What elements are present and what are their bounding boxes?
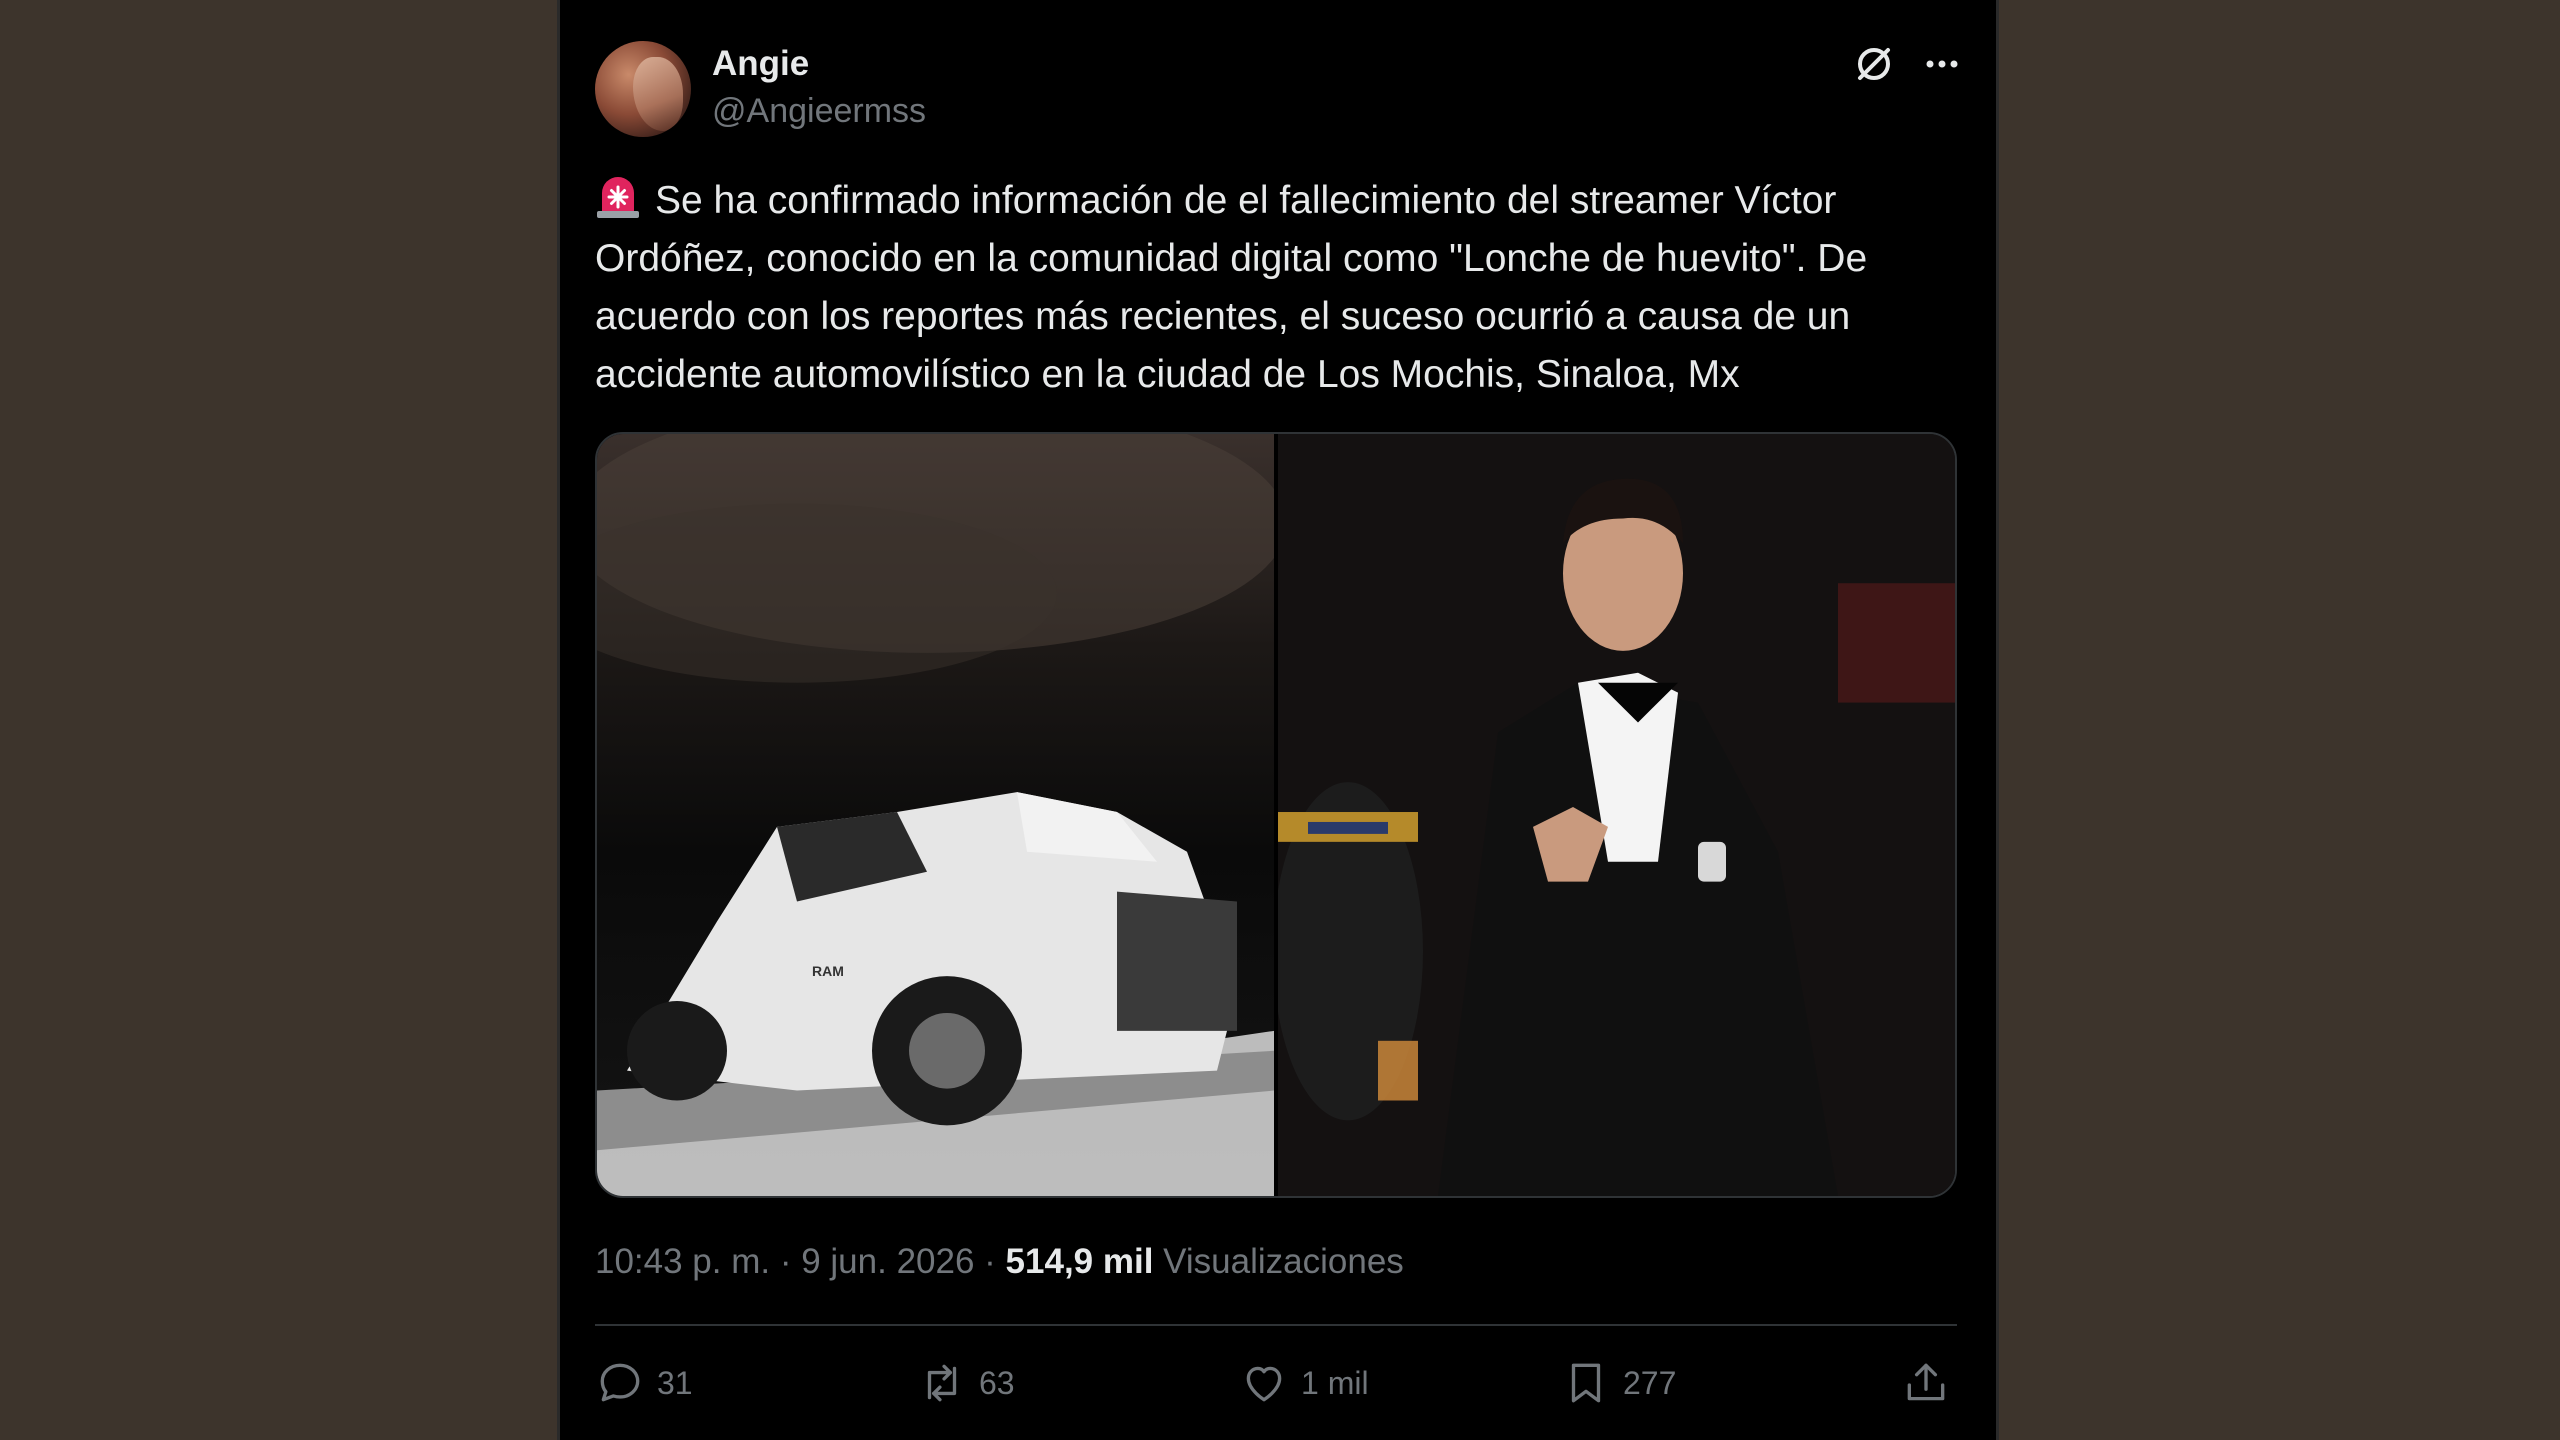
damaged-truck-photo[interactable]: RAM bbox=[597, 434, 1274, 1196]
more-options-icon[interactable] bbox=[1918, 40, 1966, 88]
man-in-tuxedo-photo[interactable] bbox=[1278, 434, 1955, 1196]
tweet-time[interactable]: 10:43 p. m. bbox=[595, 1242, 770, 1281]
share-button[interactable] bbox=[1901, 1350, 1951, 1416]
bookmark-icon bbox=[1571, 1363, 1601, 1403]
reply-button[interactable]: 31 bbox=[595, 1350, 693, 1416]
avatar[interactable] bbox=[595, 41, 691, 137]
truck-brand-text: RAM bbox=[812, 963, 844, 979]
like-button[interactable]: 1 mil bbox=[1239, 1350, 1369, 1416]
like-count: 1 mil bbox=[1301, 1364, 1369, 1401]
meta-separator: · bbox=[974, 1242, 1006, 1281]
damaged-truck-illustration: RAM bbox=[597, 434, 1274, 1196]
repost-button[interactable]: 63 bbox=[917, 1350, 1015, 1416]
views-count: 514,9 mil bbox=[1005, 1242, 1154, 1281]
reply-icon bbox=[600, 1363, 640, 1402]
tweet-body: Se ha confirmado información de el falle… bbox=[595, 179, 1878, 396]
repost-count: 63 bbox=[979, 1364, 1015, 1401]
reply-count: 31 bbox=[657, 1364, 693, 1401]
author-handle[interactable]: @Angieermss bbox=[712, 92, 926, 131]
media-grid: RAM bbox=[595, 432, 1957, 1198]
action-bar: 31 63 1 mil 277 bbox=[595, 1350, 1957, 1416]
views-label: Visualizaciones bbox=[1163, 1242, 1404, 1281]
man-in-tuxedo-illustration bbox=[1278, 434, 1955, 1196]
tweet-date[interactable]: 9 jun. 2026 bbox=[801, 1242, 974, 1281]
repost-icon bbox=[927, 1364, 957, 1402]
divider bbox=[595, 1324, 1957, 1326]
siren-icon bbox=[597, 177, 639, 218]
heart-icon bbox=[1246, 1366, 1282, 1402]
tweet-text: Se ha confirmado información de el falle… bbox=[595, 172, 1975, 404]
author-display-name[interactable]: Angie bbox=[712, 44, 809, 84]
bookmark-count: 277 bbox=[1623, 1364, 1677, 1401]
tweet-card: Angie @Angieermss Se ha confirmado infor… bbox=[557, 0, 1999, 1440]
timestamp-row: 10:43 p. m. · 9 jun. 2026 · 514,9 mil Vi… bbox=[595, 1242, 1404, 1282]
grok-icon[interactable] bbox=[1850, 40, 1898, 88]
meta-separator: · bbox=[770, 1242, 802, 1281]
share-icon bbox=[1907, 1363, 1945, 1401]
bookmark-button[interactable]: 277 bbox=[1561, 1350, 1676, 1416]
